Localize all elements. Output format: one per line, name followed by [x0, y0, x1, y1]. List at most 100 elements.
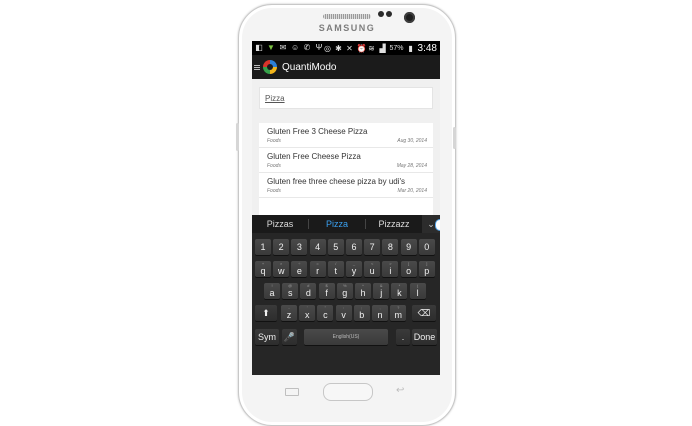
key-secondary-label: ( — [416, 283, 419, 288]
key-y[interactable]: _ y — [346, 261, 362, 277]
key-3[interactable]: 3 — [291, 239, 308, 255]
key-i[interactable]: > i — [382, 261, 399, 277]
key-f[interactable]: $ f — [318, 283, 335, 299]
key-c[interactable]: " c — [317, 305, 334, 321]
key-p[interactable]: ] p — [418, 261, 435, 277]
key-d[interactable]: # d — [300, 283, 317, 299]
key-label: a — [269, 287, 275, 298]
backspace-key[interactable]: ⌫ — [412, 305, 436, 321]
home-button[interactable] — [323, 383, 373, 401]
key-r[interactable]: = r — [309, 261, 326, 277]
item-date: Aug 30, 2014 — [397, 138, 427, 144]
key-label: 1 — [260, 242, 266, 252]
key-j[interactable]: & j — [373, 283, 390, 299]
key-m[interactable]: ? m — [390, 305, 407, 321]
item-name: Gluten Free 3 Cheese Pizza — [267, 127, 368, 136]
key-label: z — [286, 309, 292, 320]
key-0[interactable]: 0 — [418, 239, 435, 255]
key-4[interactable]: 4 — [309, 239, 326, 255]
key-secondary-label: ' — [306, 305, 308, 310]
key-q[interactable]: + q — [255, 261, 271, 277]
results-list: Gluten Free 3 Cheese Pizza Foods Aug 30,… — [259, 123, 433, 215]
key-w[interactable]: × w — [273, 261, 290, 277]
key-a[interactable]: ! a — [264, 283, 280, 299]
key-secondary-label: ^ — [362, 283, 364, 288]
list-item[interactable]: Gluten Free 3 Cheese Pizza Foods Aug 30,… — [259, 123, 433, 148]
earpiece-speaker — [323, 14, 371, 19]
key-label: Done — [413, 332, 436, 342]
keyboard: 1 2 3 4 5 6 7 8 9 0 + q × w ÷ e = r / t _ y < u > i[o] p! a @ s # d $ f% g… — [252, 233, 440, 375]
space-bar-label: English(US) — [332, 334, 360, 340]
key-o[interactable]: [o — [400, 261, 417, 277]
key-secondary-label: : — [343, 305, 345, 310]
key-5[interactable]: 5 — [327, 239, 344, 255]
key-2[interactable]: 2 — [273, 239, 290, 255]
menu-icon[interactable] — [254, 64, 260, 70]
key-secondary-label: ? — [397, 305, 400, 310]
key-label: 🎤 — [283, 331, 296, 342]
key-e[interactable]: ÷ e — [291, 261, 308, 277]
period-key[interactable]: . — [396, 329, 410, 345]
key-u[interactable]: < u — [364, 261, 381, 277]
search-input[interactable] — [265, 92, 425, 104]
key-h[interactable]: ^ h — [355, 283, 371, 299]
key-label: 6 — [351, 242, 357, 252]
app-logo-icon[interactable] — [263, 60, 277, 74]
key-1[interactable]: 1 — [255, 239, 271, 255]
done-button[interactable]: Done — [412, 329, 437, 345]
volume-button — [236, 123, 239, 151]
key-label: d — [305, 287, 311, 298]
key-t[interactable]: / t — [327, 261, 344, 277]
signal-icon: ▟ — [379, 43, 386, 53]
key-secondary-label: $ — [325, 283, 328, 288]
key-secondary-label: < — [371, 261, 374, 266]
key-label: n — [377, 309, 383, 320]
phone-icon: ✆ — [303, 43, 311, 52]
search-box[interactable] — [259, 87, 433, 109]
key-7[interactable]: 7 — [364, 239, 381, 255]
suggestion-item-active[interactable]: Pizza — [309, 219, 365, 229]
key-8[interactable]: 8 — [382, 239, 399, 255]
shift-key[interactable]: ⬆ — [255, 305, 277, 321]
space-bar[interactable]: English(US) — [304, 329, 388, 345]
edge-panel-handle[interactable] — [435, 219, 440, 231]
battery-icon: ▮ — [408, 43, 413, 53]
item-name: Gluten Free Cheese Pizza — [267, 152, 361, 161]
key-l[interactable]: (l — [409, 283, 426, 299]
clock: 3:48 — [417, 43, 437, 54]
key-label: o — [406, 265, 412, 276]
battery-percent: 57% — [389, 44, 404, 52]
bluetooth-icon: ✱ — [335, 43, 342, 53]
item-date: Mar 20, 2014 — [397, 188, 427, 194]
key-label: u — [369, 265, 375, 276]
key-v[interactable]: :v — [335, 305, 352, 321]
key-b[interactable]: ; b — [353, 305, 370, 321]
key-secondary-label: = — [316, 261, 319, 266]
suggestion-item[interactable]: Pizzazz — [366, 219, 422, 229]
list-item[interactable]: Gluten free three cheese pizza by udi's … — [259, 173, 433, 198]
microphone-icon[interactable]: 🎤 — [282, 329, 297, 345]
key-secondary-label: ] — [426, 261, 428, 266]
suggestion-item[interactable]: Pizzas — [252, 219, 308, 229]
key-z[interactable]: -z — [281, 305, 297, 321]
key-label: c — [323, 309, 328, 320]
sym-key[interactable]: Sym — [255, 329, 279, 345]
key-k[interactable]: * k — [391, 283, 408, 299]
key-9[interactable]: 9 — [400, 239, 417, 255]
front-camera — [404, 12, 415, 23]
key-label: j — [380, 287, 383, 298]
list-item[interactable]: Gluten Free Cheese Pizza Foods May 28, 2… — [259, 148, 433, 173]
key-label: 4 — [315, 242, 321, 252]
key-n[interactable]: ,n — [372, 305, 388, 321]
phone-device: SAMSUNG ◧ ▼ ✉ ☺ ✆ Ψ ◎ ✱ ✕ ⏰ ≋ ▟ 57% ▮ 3:… — [236, 4, 456, 426]
key-g[interactable]: % g — [336, 283, 353, 299]
key-secondary-label: ! — [271, 283, 273, 288]
key-6[interactable]: 6 — [346, 239, 362, 255]
menu-key-icon[interactable] — [285, 388, 299, 396]
key-x[interactable]: ' x — [299, 305, 316, 321]
key-s[interactable]: @ s — [282, 283, 299, 299]
item-category: Foods — [267, 138, 281, 144]
back-key-icon[interactable]: ↩ — [396, 385, 404, 396]
key-label: r — [316, 265, 320, 276]
key-label: y — [351, 265, 357, 276]
